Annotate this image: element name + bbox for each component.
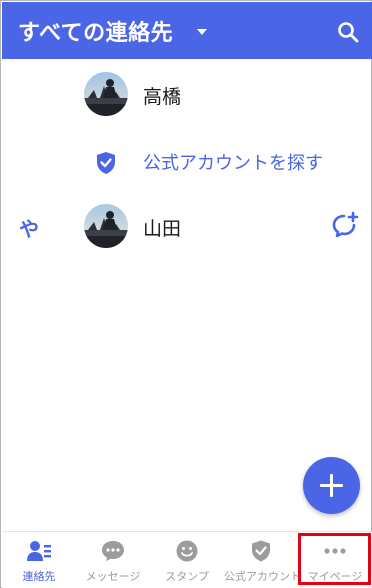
contact-row-takahashi[interactable]: 高橋	[2, 63, 372, 123]
chat-add-icon[interactable]	[331, 211, 359, 239]
search-icon[interactable]	[337, 21, 359, 43]
tab-label: 連絡先	[22, 570, 56, 583]
app-window: すべての連絡先 高橋 公式アカウントを探す や 山田 連絡先 メッセージ スタン…	[0, 0, 372, 588]
add-contact-fab[interactable]	[303, 457, 360, 514]
shield-check-icon	[97, 152, 115, 174]
highlight-box	[298, 533, 371, 585]
contacts-icon	[27, 541, 51, 561]
tab-label: メッセージ	[85, 570, 141, 583]
sticker-icon	[176, 540, 198, 562]
contacts-filter-dropdown[interactable]: すべての連絡先	[18, 15, 173, 47]
contact-row-yamada[interactable]: や 山田	[2, 195, 372, 255]
avatar	[84, 72, 128, 116]
tab-contacts[interactable]: 連絡先	[2, 532, 76, 588]
app-header: すべての連絡先	[2, 2, 372, 59]
tab-stickers[interactable]: スタンプ	[150, 532, 224, 588]
find-official-accounts-link[interactable]: 公式アカウントを探す	[2, 141, 372, 201]
tab-label: スタンプ	[165, 570, 209, 583]
message-icon	[102, 541, 124, 561]
contact-name: 高橋	[143, 86, 182, 108]
tab-official-accounts[interactable]: 公式アカウント	[224, 532, 301, 588]
tab-label: 公式アカウント	[224, 570, 301, 583]
shield-check-icon	[252, 540, 270, 562]
find-official-accounts-label: 公式アカウントを探す	[143, 153, 323, 174]
caret-down-icon[interactable]	[197, 29, 207, 35]
index-letter: や	[19, 217, 39, 241]
contact-name: 山田	[143, 218, 182, 240]
tab-messages[interactable]: メッセージ	[76, 532, 150, 588]
avatar	[84, 204, 128, 248]
